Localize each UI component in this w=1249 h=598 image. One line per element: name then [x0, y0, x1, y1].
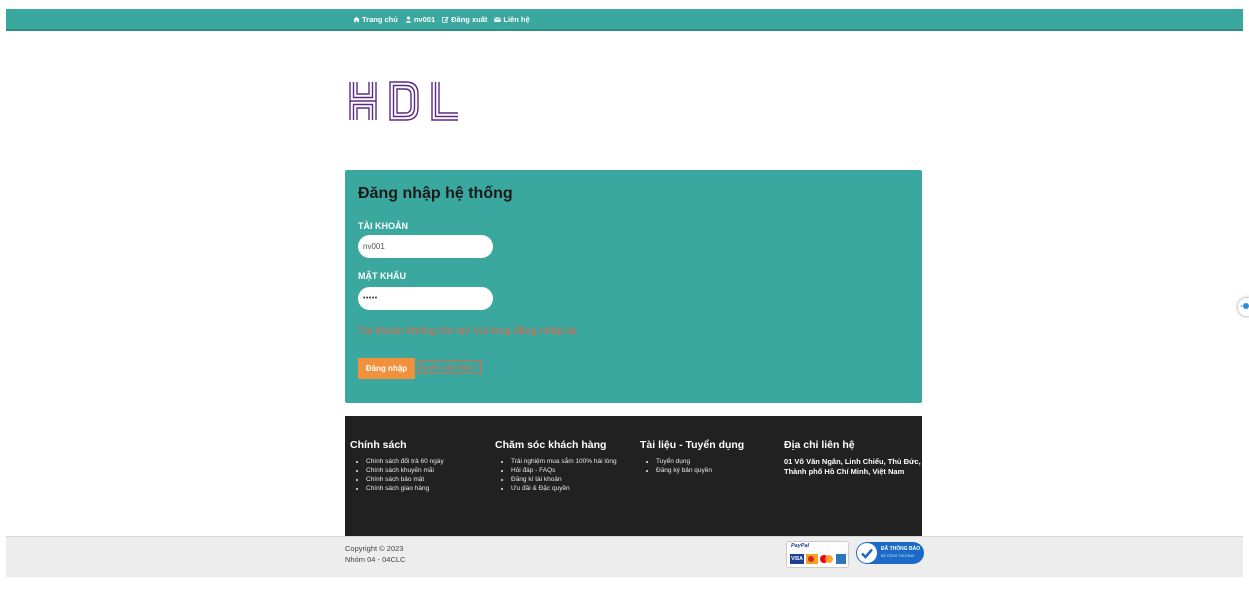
username-field[interactable]: nv001 — [358, 235, 493, 258]
paypal-logo: PayPal — [791, 543, 810, 549]
mastercard-logo — [820, 554, 834, 564]
envelope-icon — [494, 16, 502, 22]
footer-address: 01 Võ Văn Ngân, Linh Chiểu, Thủ Đức, Thà… — [784, 457, 921, 476]
registered-text: ĐÃ THÔNG BÁO — [881, 546, 921, 552]
footer-link[interactable]: Chính sách giao hàng — [366, 484, 444, 493]
footer-column-address: Địa chỉ liên hệ 01 Võ Văn Ngân, Linh Chi… — [784, 439, 924, 477]
footer-heading: Địa chỉ liên hệ — [784, 439, 855, 451]
group-text: Nhóm 04 - 04CLC — [345, 555, 406, 564]
registered-subtext: BỘ CÔNG THƯƠNG — [881, 554, 915, 558]
footer-link[interactable]: Đăng ký bản quyền — [656, 466, 744, 475]
login-error-message: Tài khoản không tồn tại! Vui lòng đăng n… — [358, 325, 577, 337]
footer-link[interactable]: Ưu đãi & Đặc quyền — [511, 484, 630, 493]
home-icon — [353, 16, 360, 22]
footer-link[interactable]: Tuyển dụng — [656, 457, 744, 466]
nav-user-link[interactable]: nv001 — [405, 15, 435, 24]
footer-link[interactable]: Trải nghiệm mua sắm 100% hài lòng — [511, 457, 630, 466]
password-field[interactable]: ••••• — [358, 287, 493, 310]
login-title: Đăng nhập hệ thống — [358, 185, 513, 202]
footer-link[interactable]: Chính sách khuyến mãi — [366, 466, 444, 475]
hdl-logo[interactable] — [348, 80, 460, 122]
floating-chat-button[interactable] — [1237, 297, 1249, 317]
visa-logo: VISA — [790, 554, 804, 564]
nav-contact-link[interactable]: Liên hệ — [494, 15, 530, 24]
check-icon — [857, 543, 877, 563]
footer-heading: Chăm sóc khách hàng — [495, 439, 607, 451]
registered-badge[interactable]: ĐÃ THÔNG BÁO BỘ CÔNG THƯƠNG — [856, 542, 924, 564]
footer-link[interactable]: Đăng kí tài khoản — [511, 475, 630, 484]
login-panel: Đăng nhập hệ thống TÀI KHOẢN nv001 MẬT K… — [345, 170, 922, 403]
payment-methods-badge: PayPal VISA — [786, 541, 849, 568]
login-button[interactable]: Đăng nhập — [358, 358, 415, 379]
nav-home-link[interactable]: Trang chủ — [353, 15, 398, 24]
amex-logo — [836, 554, 846, 564]
nav-logout-link[interactable]: Đăng xuất — [442, 15, 487, 24]
chat-icon — [1240, 303, 1249, 309]
card-logo — [806, 554, 818, 564]
footer-column-support: Chăm sóc khách hàng Trải nghiệm mua sắm … — [495, 439, 630, 493]
forgot-password-link[interactable]: Quên mật khẩu ? — [418, 360, 482, 374]
footer-heading: Tài liệu - Tuyển dụng — [640, 439, 745, 451]
footer-column-policy: Chính sách Chính sách đổi trả 60 ngày Ch… — [350, 439, 444, 493]
bottom-bar: Copyright © 2023 Nhóm 04 - 04CLC PayPal … — [6, 536, 1243, 577]
username-label: TÀI KHOẢN — [358, 221, 408, 231]
edit-icon — [442, 16, 449, 23]
copyright-text: Copyright © 2023 — [345, 544, 404, 553]
hdl-logo-graphic — [349, 81, 458, 121]
password-label: MẬT KHẨU — [358, 271, 406, 281]
user-icon — [405, 16, 412, 23]
footer-link[interactable]: Hỏi đáp - FAQs — [511, 466, 630, 475]
top-nav-links: Trang chủ nv001 Đăng xuất Liên hệ — [353, 9, 530, 29]
footer-link[interactable]: Chính sách đổi trả 60 ngày — [366, 457, 444, 466]
footer-column-careers: Tài liệu - Tuyển dụng Tuyển dụng Đăng ký… — [640, 439, 744, 475]
footer-heading: Chính sách — [350, 439, 407, 451]
footer-link[interactable]: Chính sách bảo mật — [366, 475, 444, 484]
copyright-block: Copyright © 2023 Nhóm 04 - 04CLC — [345, 543, 405, 565]
footer: Chính sách Chính sách đổi trả 60 ngày Ch… — [345, 416, 922, 536]
top-navbar: Trang chủ nv001 Đăng xuất Liên hệ — [6, 9, 1243, 31]
